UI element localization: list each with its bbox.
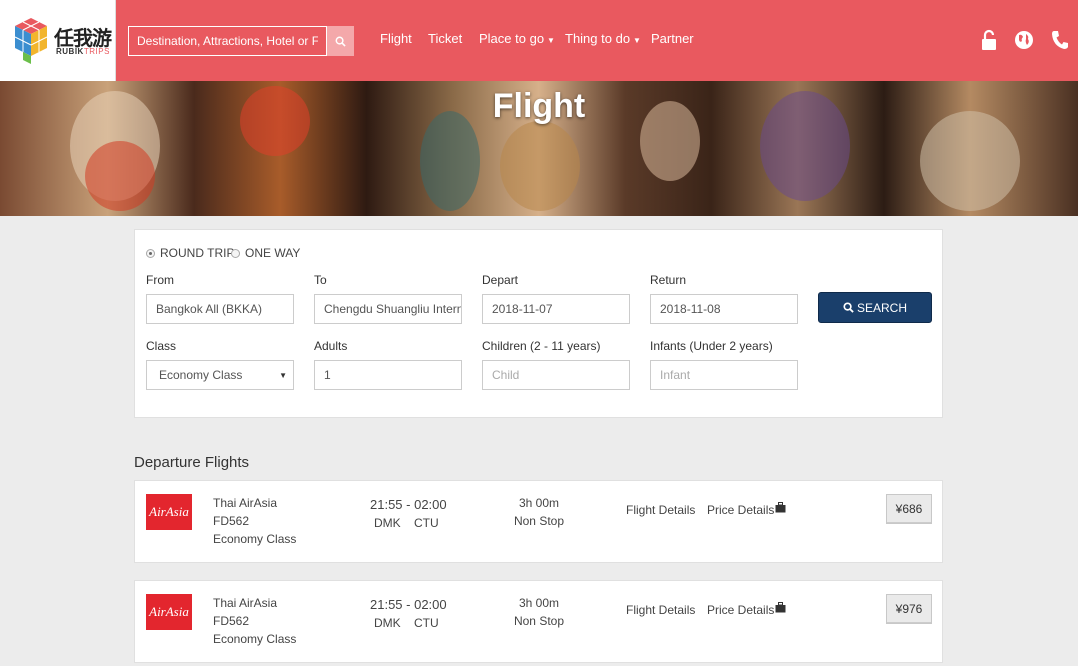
cabin-class: Economy Class bbox=[213, 532, 297, 546]
search-button-label: SEARCH bbox=[856, 300, 907, 315]
children-label: Children (2 - 11 years) bbox=[482, 339, 601, 353]
caret-down-icon: ▼ bbox=[633, 36, 641, 45]
airasia-logo: AirAsia bbox=[146, 494, 192, 530]
cabin-class: Economy Class bbox=[213, 632, 297, 646]
class-select[interactable]: Economy Class ▼ bbox=[146, 360, 294, 390]
rubik-cube-icon bbox=[14, 18, 48, 64]
caret-down-icon: ▼ bbox=[279, 371, 287, 380]
depart-label: Depart bbox=[482, 273, 519, 287]
from-label: From bbox=[146, 273, 174, 287]
banner-figure bbox=[420, 111, 480, 211]
luggage-icon bbox=[775, 602, 786, 613]
page-title: Flight bbox=[492, 87, 586, 125]
nav-place-to-go-label: Place to go bbox=[479, 31, 545, 46]
adults-field[interactable]: 1 bbox=[314, 360, 462, 390]
flight-stops: Non Stop bbox=[513, 514, 565, 528]
nav-flight[interactable]: Flight bbox=[380, 31, 412, 46]
from-field[interactable]: Bangkok All (BKKA) bbox=[146, 294, 294, 324]
round-trip-label: ROUND TRIP bbox=[160, 246, 235, 260]
infants-field[interactable]: Infant bbox=[650, 360, 798, 390]
banner-figure bbox=[500, 121, 580, 211]
flight-time: 21:55 - 02:00 bbox=[370, 597, 447, 612]
search-button[interactable] bbox=[327, 26, 354, 56]
logo-en-light: TRIPS bbox=[83, 47, 110, 56]
top-navigation-bar: 任我游 RUBIKTRIPS Flight Ticket Place to go… bbox=[0, 0, 1078, 81]
price-button[interactable]: ¥976 bbox=[886, 594, 932, 624]
nav-thing-to-do[interactable]: Thing to do ▼ bbox=[565, 31, 641, 46]
flight-search-form: ROUND TRIP ONE WAY From To Depart Return… bbox=[134, 229, 943, 418]
airline-name: Thai AirAsia bbox=[213, 596, 278, 610]
caret-down-icon: ▼ bbox=[547, 36, 555, 45]
adults-label: Adults bbox=[314, 339, 348, 353]
globe-icon[interactable] bbox=[1013, 28, 1035, 52]
nav-partner-label: Partner bbox=[651, 31, 694, 46]
logo-en-bold: RUBIK bbox=[56, 47, 84, 56]
banner-figure bbox=[920, 111, 1020, 211]
site-logo[interactable]: 任我游 RUBIKTRIPS bbox=[0, 0, 116, 81]
return-date-field[interactable]: 2018-11-08 bbox=[650, 294, 798, 324]
search-flights-button[interactable]: SEARCH bbox=[818, 292, 932, 323]
search-input[interactable] bbox=[128, 26, 327, 56]
airline-name: Thai AirAsia bbox=[213, 496, 278, 510]
departure-flights-heading: Departure Flights bbox=[134, 454, 250, 471]
flight-number: FD562 bbox=[213, 614, 250, 628]
flight-card: AirAsia Thai AirAsia FD562 Economy Class… bbox=[134, 580, 943, 663]
phone-icon[interactable] bbox=[1049, 28, 1071, 52]
destination-code: CTU bbox=[414, 616, 439, 630]
banner-figure bbox=[85, 141, 155, 211]
class-select-value: Economy Class bbox=[159, 368, 243, 382]
flight-stops: Non Stop bbox=[513, 614, 565, 628]
price-details-link[interactable]: Price Details bbox=[707, 503, 774, 517]
radio-unselected-icon bbox=[231, 248, 240, 258]
flight-card: AirAsia Thai AirAsia FD562 Economy Class… bbox=[134, 480, 943, 563]
search-icon bbox=[843, 302, 854, 313]
flight-duration: 3h 00m bbox=[518, 596, 560, 610]
flight-time: 21:55 - 02:00 bbox=[370, 497, 447, 512]
search-icon bbox=[335, 36, 346, 47]
flight-number: FD562 bbox=[213, 514, 250, 528]
one-way-label: ONE WAY bbox=[245, 246, 301, 260]
nav-flight-label: Flight bbox=[380, 31, 412, 46]
round-trip-radio[interactable]: ROUND TRIP bbox=[146, 246, 234, 260]
nav-ticket[interactable]: Ticket bbox=[428, 31, 462, 46]
depart-date-field[interactable]: 2018-11-07 bbox=[482, 294, 630, 324]
site-search bbox=[128, 26, 354, 56]
luggage-icon bbox=[775, 502, 786, 513]
price-details-link[interactable]: Price Details bbox=[707, 603, 774, 617]
class-label: Class bbox=[146, 339, 177, 353]
to-label: To bbox=[314, 273, 327, 287]
nav-thing-to-do-label: Thing to do bbox=[565, 31, 631, 46]
flight-duration: 3h 00m bbox=[518, 496, 560, 510]
origin-code: DMK bbox=[374, 516, 401, 530]
infants-label: Infants (Under 2 years) bbox=[650, 339, 773, 353]
return-label: Return bbox=[650, 273, 687, 287]
nav-partner[interactable]: Partner bbox=[651, 31, 694, 46]
flight-details-link[interactable]: Flight Details bbox=[626, 603, 695, 617]
children-field[interactable]: Child bbox=[482, 360, 630, 390]
to-field[interactable]: Chengdu Shuangliu Internat bbox=[314, 294, 462, 324]
nav-place-to-go[interactable]: Place to go ▼ bbox=[479, 31, 555, 46]
logo-english-text: RUBIKTRIPS bbox=[56, 47, 110, 56]
one-way-radio[interactable]: ONE WAY bbox=[231, 246, 300, 260]
nav-ticket-label: Ticket bbox=[428, 31, 463, 46]
origin-code: DMK bbox=[374, 616, 401, 630]
destination-code: CTU bbox=[414, 516, 439, 530]
radio-selected-icon bbox=[146, 248, 155, 258]
price-button[interactable]: ¥686 bbox=[886, 494, 932, 524]
flight-details-link[interactable]: Flight Details bbox=[626, 503, 695, 517]
hero-banner: Flight bbox=[0, 81, 1078, 216]
lock-icon[interactable] bbox=[978, 28, 1000, 52]
airasia-logo: AirAsia bbox=[146, 594, 192, 630]
